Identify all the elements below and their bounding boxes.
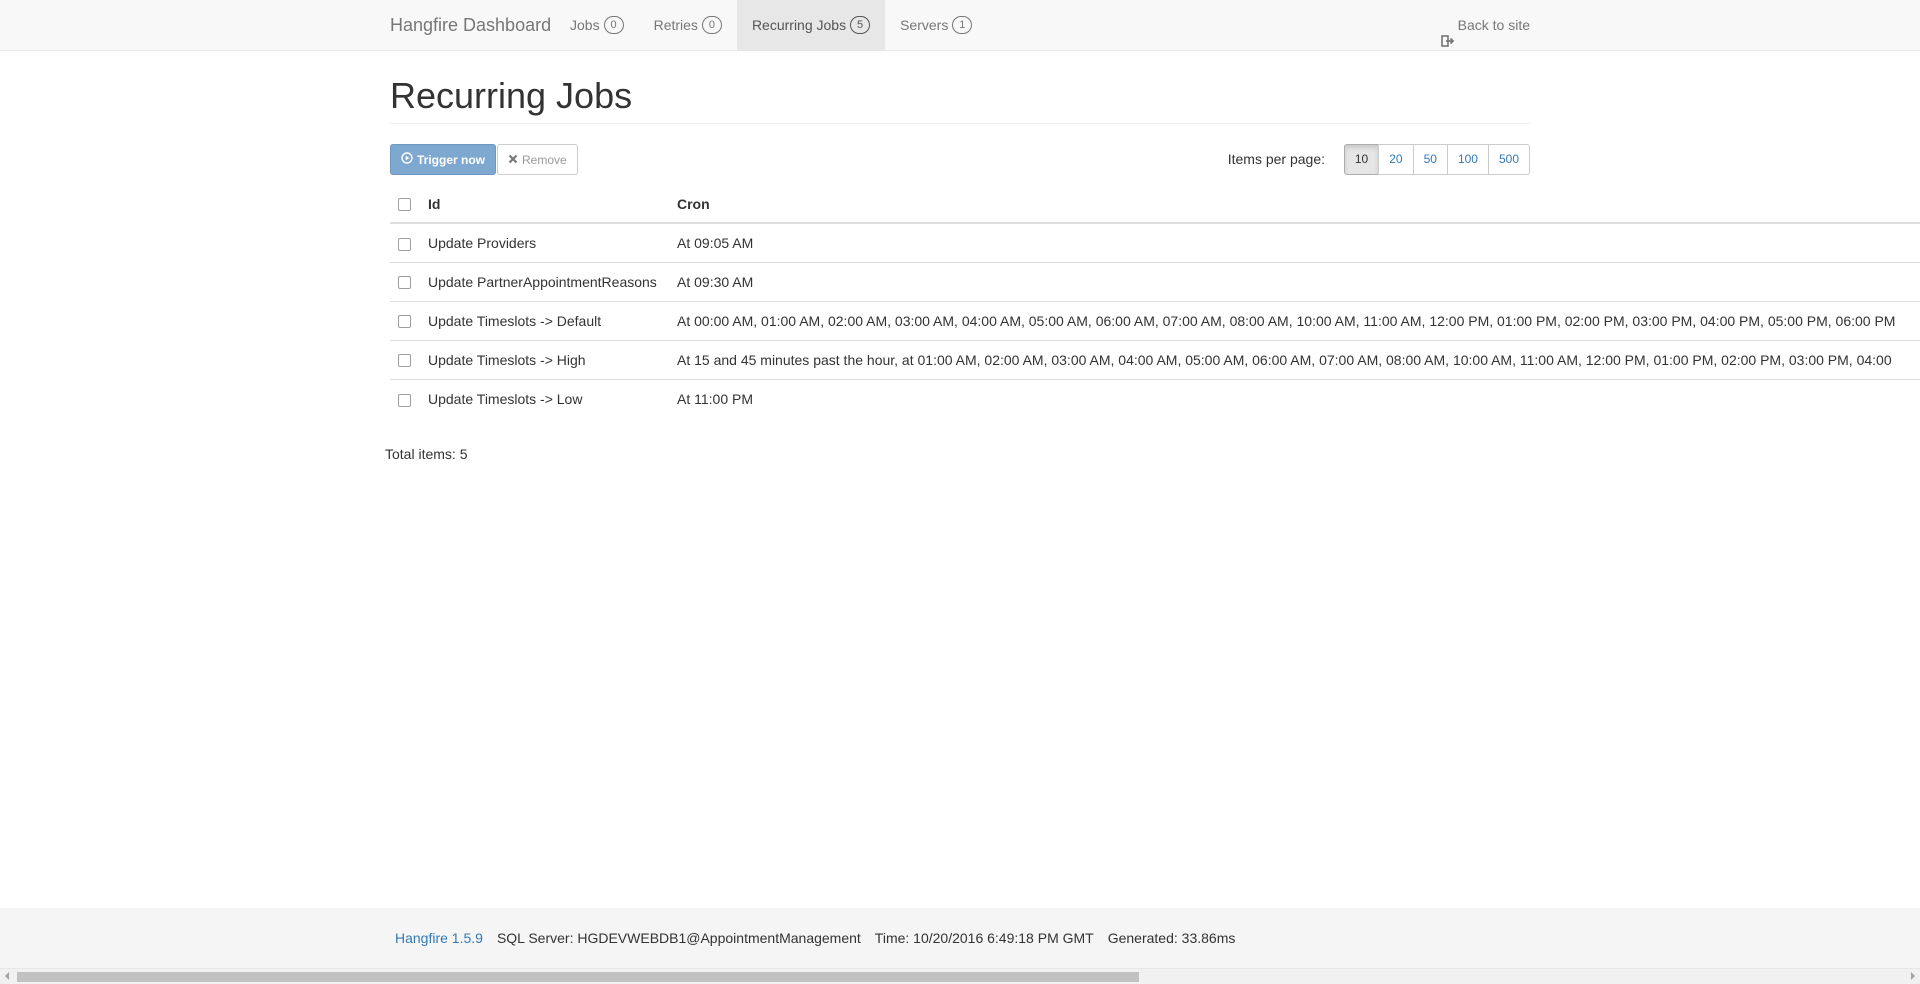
column-header-id[interactable]: Id: [420, 185, 669, 224]
per-page-option-50[interactable]: 50: [1412, 144, 1448, 175]
job-cron: At 09:30 AM: [669, 261, 1920, 301]
count-badge: 0: [701, 16, 722, 34]
sign-out-icon: [1440, 18, 1455, 47]
page-title: Recurring Jobs: [390, 75, 633, 116]
row-checkbox[interactable]: [398, 354, 411, 368]
select-all-cell: [390, 185, 420, 224]
nav-item-label: Servers: [900, 17, 949, 33]
row-check-cell: [390, 378, 420, 418]
per-page-option-10[interactable]: 10: [1343, 144, 1380, 175]
job-id: Update Timeslots -> High: [420, 339, 669, 379]
select-all-checkbox[interactable]: [398, 198, 411, 212]
job-cron: At 15 and 45 minutes past the hour, at 0…: [669, 339, 1920, 379]
table-row: Update Timeslots -> Default At 00:00 AM,…: [390, 300, 1920, 340]
nav-item-label: Recurring Jobs: [751, 17, 847, 33]
navbar-container: Hangfire Dashboard Jobs 0 Retries 0 Recu…: [375, 0, 1545, 50]
footer: Hangfire 1.5.9 SQL Server: HGDEVWEBDB1@A…: [0, 908, 1920, 968]
job-id: Update Timeslots -> Low: [420, 378, 669, 418]
table-row: Update Timeslots -> Low At 11:00 PM: [390, 378, 1920, 418]
per-page-option-20[interactable]: 20: [1378, 144, 1414, 175]
row-checkbox[interactable]: [398, 237, 411, 251]
back-to-site-label: Back to site: [1457, 17, 1530, 33]
remove-label: Remove: [522, 152, 567, 167]
title-divider: [390, 123, 1530, 124]
row-checkbox[interactable]: [398, 393, 411, 407]
generated-time: Generated: 33.86ms: [1107, 930, 1236, 946]
job-cron: At 00:00 AM, 01:00 AM, 02:00 AM, 03:00 A…: [669, 300, 1920, 340]
per-page-option-100[interactable]: 100: [1446, 144, 1489, 175]
row-check-cell: [390, 223, 420, 262]
table-row: Update PartnerAppointmentReasons At 09:3…: [390, 261, 1920, 301]
table-row: Update Timeslots -> High At 15 and 45 mi…: [390, 339, 1920, 379]
horizontal-scrollbar[interactable]: [0, 968, 1920, 984]
job-cron: At 09:05 AM: [677, 234, 754, 251]
row-check-cell: [390, 261, 420, 301]
scroll-left-icon[interactable]: [5, 972, 9, 980]
hangfire-version-link[interactable]: Hangfire 1.5.9: [395, 908, 483, 968]
count-badge: 0: [603, 16, 624, 34]
row-check-cell: [390, 339, 420, 379]
trigger-now-button[interactable]: Trigger now: [390, 144, 497, 175]
nav-items: Jobs 0 Retries 0 Recurring Jobs 5 Server…: [555, 0, 987, 50]
table-row: Update Providers At 09:05 AM: [390, 223, 1920, 262]
job-cron: At 11:00 PM: [669, 378, 1920, 418]
recurring-jobs-table: Id Cron Update Providers At 09:05 AM Upd…: [390, 185, 1920, 418]
nav-item-servers[interactable]: Servers 1: [885, 0, 987, 50]
total-items-text: Total items: 5: [385, 446, 468, 462]
remove-button[interactable]: Remove: [497, 144, 578, 175]
scroll-right-icon[interactable]: [1911, 972, 1915, 980]
server-time: Time: 10/20/2016 6:49:18 PM GMT: [874, 930, 1094, 946]
sql-server-info: SQL Server: HGDEVWEBDB1@AppointmentManag…: [496, 930, 861, 946]
nav-item-label: Jobs: [570, 17, 600, 33]
row-checkbox[interactable]: [398, 276, 411, 290]
close-icon: [508, 153, 518, 167]
scroll-thumb[interactable]: [17, 972, 1139, 982]
items-per-page-label: Items per page:: [1227, 151, 1325, 167]
trigger-now-label: Trigger now: [417, 152, 486, 167]
row-checkbox[interactable]: [398, 315, 411, 329]
nav-item-recurring-jobs[interactable]: Recurring Jobs 5: [736, 0, 886, 50]
job-id: Update Timeslots -> Default: [420, 300, 669, 340]
count-badge: 5: [850, 16, 871, 34]
column-header-cron[interactable]: Cron: [669, 185, 1920, 224]
play-circle-icon: [401, 152, 413, 167]
back-to-site-link[interactable]: Back to site: [1440, 0, 1530, 50]
footer-content: Hangfire 1.5.9 SQL Server: HGDEVWEBDB1@A…: [395, 908, 1235, 968]
navbar: Hangfire Dashboard Jobs 0 Retries 0 Recu…: [0, 0, 1920, 51]
nav-item-jobs[interactable]: Jobs 0: [555, 0, 639, 50]
nav-item-retries[interactable]: Retries 0: [639, 0, 737, 50]
items-per-page-group: 10 20 50 100 500: [1343, 144, 1530, 175]
table-header-row: Id Cron: [390, 185, 1920, 224]
count-badge: 1: [952, 16, 973, 34]
job-id: Update PartnerAppointmentReasons: [420, 261, 669, 301]
job-id: Update Providers: [428, 234, 537, 251]
per-page-option-500[interactable]: 500: [1487, 144, 1530, 175]
nav-item-label: Retries: [653, 17, 698, 33]
toolbar: Trigger now Remove Items per page: 10 20…: [390, 144, 1530, 176]
brand-link[interactable]: Hangfire Dashboard: [390, 0, 551, 50]
row-check-cell: [390, 300, 420, 340]
